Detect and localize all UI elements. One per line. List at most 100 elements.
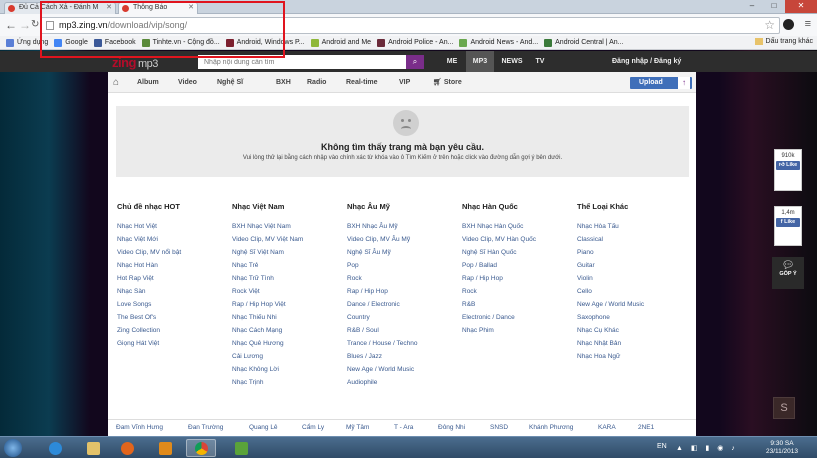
list-item[interactable]: The Best Of's bbox=[117, 311, 229, 324]
list-item[interactable]: Country bbox=[347, 311, 459, 324]
close-tab-icon[interactable]: ✕ bbox=[188, 3, 194, 11]
corner-logo-icon[interactable]: S bbox=[773, 397, 795, 419]
list-item[interactable]: Cello bbox=[577, 285, 689, 298]
list-item[interactable]: Nhạc Phim bbox=[462, 324, 574, 337]
list-item[interactable]: Nhạc Sàn bbox=[117, 285, 229, 298]
list-item[interactable]: Nhạc Trẻ bbox=[232, 259, 344, 272]
file-explorer-icon[interactable] bbox=[78, 439, 108, 457]
site-search-input[interactable] bbox=[198, 55, 406, 69]
like-button[interactable]: 👍︎ Like bbox=[776, 161, 800, 170]
artist-link[interactable]: Cẩm Ly bbox=[302, 424, 324, 431]
list-item[interactable]: R&B / Soul bbox=[347, 324, 459, 337]
list-item[interactable]: Rap / Hip Hop Việt bbox=[232, 298, 344, 311]
artist-link[interactable]: Mỹ Tâm bbox=[346, 424, 369, 431]
list-item[interactable]: Nhạc Hot Hàn bbox=[117, 259, 229, 272]
minimize-icon[interactable]: – bbox=[741, 0, 763, 13]
browser-tab-2[interactable]: Thông Báo ✕ bbox=[118, 2, 198, 14]
list-item[interactable]: Nhạc Quê Hương bbox=[232, 337, 344, 350]
artist-link[interactable]: Khánh Phương bbox=[529, 424, 573, 431]
list-item[interactable]: BXH Nhạc Việt Nam bbox=[232, 220, 344, 233]
like-button[interactable]: f Like bbox=[776, 218, 800, 227]
bookmark-star-icon[interactable]: ☆ bbox=[764, 18, 775, 32]
list-item[interactable]: Electronic / Dance bbox=[462, 311, 574, 324]
system-tray-icons[interactable]: ▲ ◧ ▮ ◉ ♪ bbox=[676, 444, 738, 452]
browser-tab-1[interactable]: Đủ Cả Cách Xả - Đánh M ✕ bbox=[4, 2, 116, 14]
topnav-me[interactable]: ME bbox=[440, 51, 464, 72]
list-item[interactable]: Nghệ Sĩ Âu Mỹ bbox=[347, 246, 459, 259]
subnav-bxh[interactable]: BXH bbox=[276, 72, 291, 93]
list-item[interactable]: Nhạc Việt Mới bbox=[117, 233, 229, 246]
topnav-tv[interactable]: TV bbox=[530, 51, 550, 72]
list-item[interactable]: Violin bbox=[577, 272, 689, 285]
list-item[interactable]: Dance / Electronic bbox=[347, 298, 459, 311]
maximize-icon[interactable]: □ bbox=[763, 0, 785, 13]
list-item[interactable]: Nghệ Sĩ Việt Nam bbox=[232, 246, 344, 259]
list-item[interactable]: R&B bbox=[462, 298, 574, 311]
list-item[interactable]: Nghệ Sĩ Hàn Quốc bbox=[462, 246, 574, 259]
list-item[interactable]: Nhạc Trữ Tình bbox=[232, 272, 344, 285]
language-indicator[interactable]: EN bbox=[657, 443, 667, 450]
home-icon[interactable]: ⌂ bbox=[113, 77, 119, 88]
feedback-button[interactable]: 💬︎ GÓP Ý bbox=[772, 257, 804, 289]
bookmark-android-news[interactable]: Android News - And... bbox=[459, 38, 538, 47]
list-item[interactable]: Rap / Hip Hop bbox=[462, 272, 574, 285]
start-button-icon[interactable] bbox=[4, 439, 22, 457]
list-item[interactable]: New Age / World Music bbox=[347, 363, 459, 376]
list-item[interactable]: Nhạc Hòa Tấu bbox=[577, 220, 689, 233]
subnav-album[interactable]: Album bbox=[137, 72, 159, 93]
list-item[interactable]: Rock Việt bbox=[232, 285, 344, 298]
bookmark-apps[interactable]: Ứng dụng bbox=[6, 38, 48, 47]
list-item[interactable]: Pop / Ballad bbox=[462, 259, 574, 272]
list-item[interactable]: Nhạc Hot Việt bbox=[117, 220, 229, 233]
list-item[interactable]: Zing Collection bbox=[117, 324, 229, 337]
subnav-real-time[interactable]: Real-time bbox=[346, 72, 378, 93]
list-item[interactable]: Love Songs bbox=[117, 298, 229, 311]
list-item[interactable]: Nhạc Cụ Khác bbox=[577, 324, 689, 337]
reload-icon[interactable]: ↻ bbox=[31, 18, 39, 32]
back-icon[interactable]: ← bbox=[5, 18, 17, 32]
list-item[interactable]: Saxophone bbox=[577, 311, 689, 324]
close-window-icon[interactable]: ✕ bbox=[785, 0, 817, 13]
list-item[interactable]: Video Clip, MV nổi bật bbox=[117, 246, 229, 259]
list-item[interactable]: Giọng Hát Việt bbox=[117, 337, 229, 350]
list-item[interactable]: Guitar bbox=[577, 259, 689, 272]
list-item[interactable]: Nhạc Thiếu Nhi bbox=[232, 311, 344, 324]
list-item[interactable]: Video Clip, MV Việt Nam bbox=[232, 233, 344, 246]
extension-icon[interactable] bbox=[783, 19, 794, 30]
upload-button[interactable]: Upload ↑ bbox=[630, 77, 692, 89]
artist-link[interactable]: 2NE1 bbox=[638, 424, 654, 431]
list-item[interactable]: Cải Lương bbox=[232, 350, 344, 363]
address-bar[interactable]: mp3.zing.vn/download/vip/song/ bbox=[40, 17, 780, 34]
bookmark-android-windows[interactable]: Android, Windows P... bbox=[225, 38, 305, 47]
ie-icon[interactable] bbox=[40, 439, 70, 457]
other-bookmarks[interactable]: Dấu trang khác bbox=[754, 38, 813, 45]
list-item[interactable]: Trance / House / Techno bbox=[347, 337, 459, 350]
subnav-video[interactable]: Video bbox=[178, 72, 197, 93]
artist-link[interactable]: Đan Trường bbox=[188, 424, 223, 431]
subnav-store[interactable]: 🛒︎ Store bbox=[433, 72, 462, 93]
list-item[interactable]: Nhạc Nhật Bản bbox=[577, 337, 689, 350]
list-item[interactable]: Blues / Jazz bbox=[347, 350, 459, 363]
bookmark-google[interactable]: Google bbox=[54, 38, 88, 47]
subnav-nghe-si[interactable]: Nghệ Sĩ bbox=[217, 72, 243, 93]
list-item[interactable]: Nhạc Cách Mạng bbox=[232, 324, 344, 337]
list-item[interactable]: Hot Rap Việt bbox=[117, 272, 229, 285]
list-item[interactable]: Rock bbox=[347, 272, 459, 285]
forward-icon[interactable]: → bbox=[19, 18, 31, 32]
subnav-radio[interactable]: Radio bbox=[307, 72, 326, 93]
list-item[interactable]: Nhạc Không Lời bbox=[232, 363, 344, 376]
artist-link[interactable]: KARA bbox=[598, 424, 616, 431]
bookmark-android-central[interactable]: Android Central | An... bbox=[544, 38, 624, 47]
list-item[interactable]: BXH Nhạc Âu Mỹ bbox=[347, 220, 459, 233]
bookmark-tinhte[interactable]: Tinhte.vn - Cộng đồ... bbox=[141, 38, 220, 47]
topnav-news[interactable]: NEWS bbox=[497, 51, 527, 72]
system-clock[interactable]: 9:30 SA 23/11/2013 bbox=[760, 440, 804, 456]
artist-link[interactable]: SNSD bbox=[490, 424, 508, 431]
topnav-mp3[interactable]: MP3 bbox=[466, 51, 494, 72]
list-item[interactable]: Video Clip, MV Hàn Quốc bbox=[462, 233, 574, 246]
list-item[interactable]: Audiophile bbox=[347, 376, 459, 389]
menu-icon[interactable]: ≡ bbox=[805, 18, 811, 30]
search-icon[interactable]: ⌕ bbox=[406, 55, 424, 69]
artist-link[interactable]: T - Ara bbox=[394, 424, 413, 431]
app-icon[interactable] bbox=[226, 439, 256, 457]
